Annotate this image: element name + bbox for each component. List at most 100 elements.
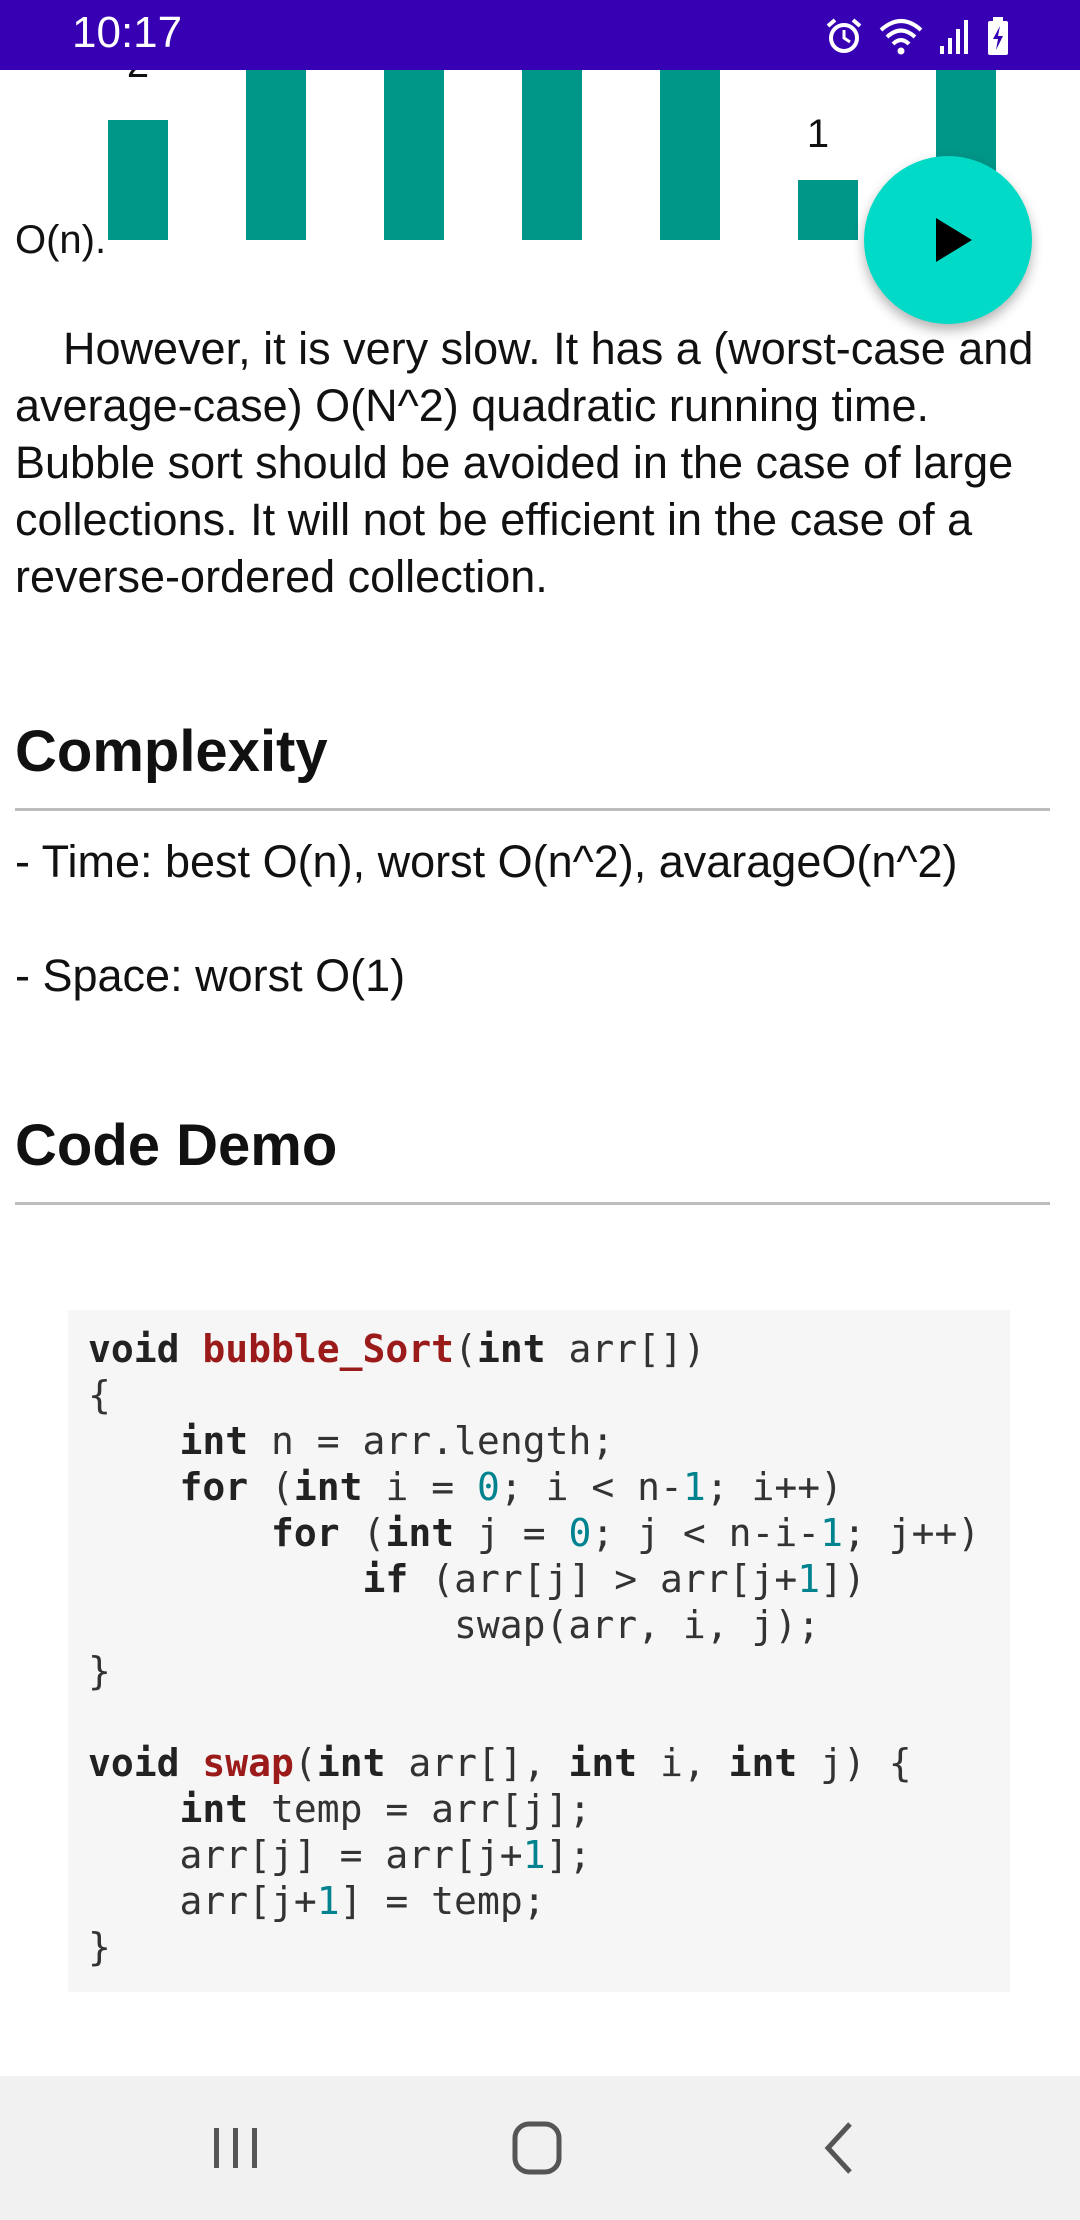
back-button[interactable] — [800, 2118, 880, 2178]
code-token: (arr[j] > arr[j+ — [408, 1557, 798, 1601]
status-time: 10:17 — [72, 8, 183, 57]
code-keyword: int — [179, 1419, 249, 1463]
back-icon — [824, 2122, 852, 2174]
code-token: arr[], — [385, 1741, 569, 1785]
code-token: } — [88, 1925, 111, 1969]
code-keyword: for — [179, 1465, 249, 1509]
code-token: ] = temp; — [339, 1879, 546, 1923]
play-icon — [936, 218, 972, 262]
code-keyword: for — [271, 1511, 340, 1555]
code-line: for (int j = 0; j < n-i-1; j++) — [88, 1511, 980, 1555]
code-line: } — [88, 1649, 111, 1693]
space-complexity-text: - Space: worst O(1) — [15, 950, 406, 1001]
code-keyword: int — [316, 1741, 386, 1785]
code-line: arr[j+1] = temp; — [88, 1879, 546, 1923]
play-button[interactable] — [864, 156, 1032, 324]
code-token: j) { — [797, 1741, 912, 1785]
code-keyword: void — [88, 1741, 180, 1785]
code-line: void swap(int arr[], int i, int j) { — [88, 1741, 912, 1785]
code-line: arr[j] = arr[j+1]; — [88, 1833, 592, 1877]
code-line: swap(arr, i, j); — [88, 1603, 820, 1647]
code-token: swap(arr, i, j); — [88, 1603, 821, 1647]
signal-icon — [940, 20, 968, 54]
description-paragraph: However, it is very slow. It has a (wors… — [15, 323, 1034, 602]
chart-bar-label: 2 — [108, 70, 168, 87]
code-keyword: int — [385, 1511, 455, 1555]
home-icon — [512, 2121, 562, 2175]
code-token: arr[j] = arr[j+ — [88, 1833, 523, 1877]
code-token: ; i < n- — [499, 1465, 683, 1509]
code-line: if (arr[j] > arr[j+1]) — [88, 1557, 866, 1601]
chart-bar — [660, 70, 720, 240]
code-token: i = — [362, 1465, 477, 1509]
code-token: temp = arr[j]; — [248, 1787, 592, 1831]
status-bar: 10:17 — [0, 0, 1080, 70]
code-keyword: void — [88, 1327, 180, 1371]
code-token: ( — [339, 1511, 386, 1555]
divider — [15, 1202, 1050, 1205]
code-token: ; j++) — [843, 1511, 981, 1555]
chart-bar — [246, 70, 306, 240]
chart-bar — [384, 70, 444, 240]
code-block: void bubble_Sort(int arr[]) { int n = ar… — [68, 1310, 1010, 1992]
recent-apps-icon — [214, 2128, 257, 2168]
code-number: 1 — [820, 1511, 844, 1555]
status-icons — [824, 16, 1010, 56]
code-token: n = arr.length; — [248, 1419, 615, 1463]
code-number: 1 — [682, 1465, 706, 1509]
code-line: void bubble_Sort(int arr[]) — [88, 1327, 706, 1371]
code-text: void bubble_Sort(int arr[]) { int n = ar… — [88, 1326, 980, 1970]
alarm-icon — [826, 18, 862, 53]
chart-bar — [798, 180, 858, 240]
code-keyword: int — [476, 1327, 546, 1371]
code-function-name: swap — [202, 1741, 294, 1785]
code-number: 0 — [476, 1465, 500, 1509]
code-line: int n = arr.length; — [88, 1419, 615, 1463]
code-token: ]) — [820, 1557, 866, 1601]
code-token: ( — [293, 1741, 317, 1785]
code-line: for (int i = 0; i < n-1; i++) — [88, 1465, 844, 1509]
code-function-name: bubble_Sort — [202, 1327, 455, 1371]
code-keyword: if — [362, 1557, 409, 1601]
code-number: 1 — [316, 1879, 340, 1923]
article-content: However, it is very slow. It has a (wors… — [15, 320, 1050, 605]
code-token: ( — [248, 1465, 294, 1509]
code-token: arr[j+ — [88, 1879, 317, 1923]
chart-bar — [522, 70, 582, 240]
divider — [15, 808, 1050, 811]
code-line: { — [88, 1373, 111, 1417]
code-demo-heading: Code Demo — [15, 1113, 338, 1178]
code-line: } — [88, 1925, 111, 1969]
code-number: 1 — [522, 1833, 546, 1877]
code-line: int temp = arr[j]; — [88, 1787, 592, 1831]
code-keyword: int — [179, 1787, 249, 1831]
code-token: ; j < n-i- — [591, 1511, 821, 1555]
time-complexity-text: - Time: best O(n), worst O(n^2), avarage… — [15, 836, 958, 887]
code-keyword: int — [568, 1741, 638, 1785]
code-token: ]; — [545, 1833, 592, 1877]
code-token: ( — [454, 1327, 477, 1371]
battery-icon — [988, 17, 1008, 55]
code-keyword: int — [293, 1465, 363, 1509]
code-token: { — [88, 1373, 111, 1417]
home-button[interactable] — [497, 2118, 577, 2178]
code-token: j = — [454, 1511, 569, 1555]
chart-bar — [108, 120, 168, 240]
recent-apps-button[interactable] — [196, 2118, 276, 2178]
code-token: ; i++) — [705, 1465, 844, 1509]
code-token: } — [88, 1649, 111, 1693]
navigation-bar — [0, 2076, 1080, 2220]
code-token: i, — [637, 1741, 729, 1785]
complexity-heading: Complexity — [15, 719, 328, 784]
code-token: arr[]) — [545, 1327, 706, 1371]
code-number: 1 — [797, 1557, 821, 1601]
code-keyword: int — [728, 1741, 798, 1785]
chart-bar-label: 1 — [806, 112, 830, 156]
